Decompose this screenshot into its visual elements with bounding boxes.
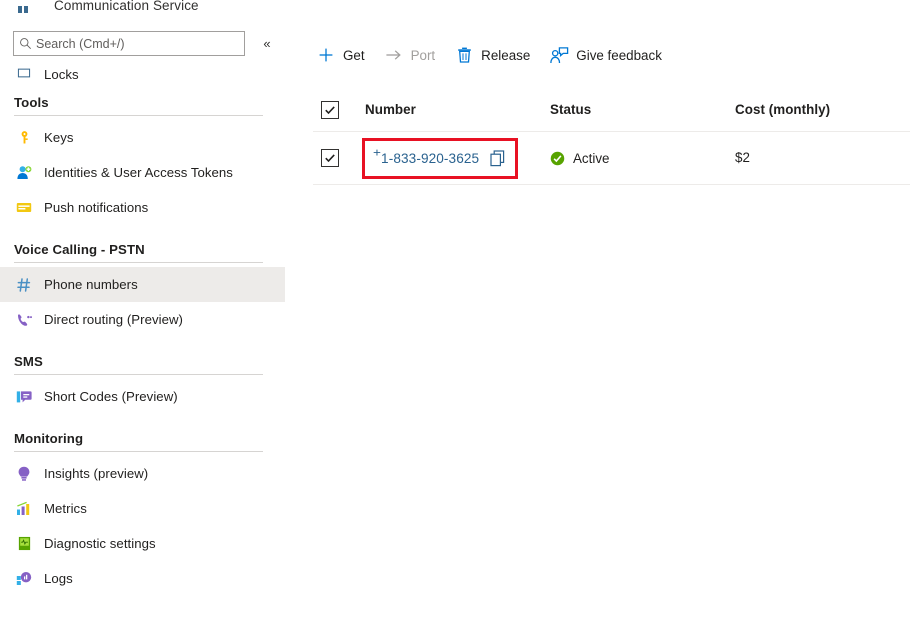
push-notification-icon [14,199,34,217]
sidebar-item-label: Push notifications [44,200,148,215]
release-button-label: Release [481,48,530,63]
command-toolbar: Get Port [313,40,678,70]
sidebar-item-label: Keys [44,130,74,145]
feedback-person-icon [548,45,570,65]
divider [14,115,263,116]
port-button[interactable]: Port [381,40,440,70]
sidebar-item-label: Diagnostic settings [44,536,156,551]
lightbulb-icon [14,465,34,483]
sidebar-item-label: Insights (preview) [44,466,148,481]
cell-cost: $2 [735,149,910,167]
arrow-right-icon [383,45,405,65]
phone-number-highlight-box: +1-833-920-3625 [365,141,515,176]
main-content: Get Port [300,0,910,628]
phone-numbers-table: Number Status Cost (monthly) [313,88,910,185]
cell-status: Active [550,151,735,166]
sidebar-group-title-voice-calling-pstn: Voice Calling - PSTN [0,242,300,257]
column-header-label: Cost (monthly) [735,102,830,117]
communication-service-icon [14,0,36,13]
search-input[interactable] [36,33,232,54]
select-all-checkbox[interactable] [321,101,339,119]
column-header-cost[interactable]: Cost (monthly) [735,101,910,119]
copy-icon[interactable] [489,149,506,168]
logs-icon [14,570,34,588]
status-badge: Active [550,151,735,166]
hash-icon [14,276,34,294]
phone-number-value: 1-833-920-3625 [381,151,479,166]
search-icon [14,37,36,50]
sidebar-item-logs[interactable]: Logs [0,561,285,596]
metrics-chart-icon [14,500,34,518]
phone-number-prefix: + [373,148,381,156]
sidebar-header: Communication Service [0,0,300,16]
sidebar-item-label: Logs [44,571,73,586]
table-header-row: Number Status Cost (monthly) [313,88,910,132]
port-button-label: Port [411,48,436,63]
divider [14,451,263,452]
sidebar-search[interactable] [13,31,245,56]
sidebar-item-keys[interactable]: Keys [0,120,285,155]
chevron-double-left-icon[interactable]: « [258,34,276,52]
column-header-status[interactable]: Status [550,101,735,119]
sidebar-item-label: Phone numbers [44,277,138,292]
sidebar-item-short-codes[interactable]: Short Codes (Preview) [0,379,285,414]
plus-icon [315,45,337,65]
give-feedback-button-label: Give feedback [576,48,662,63]
diagnostic-book-icon [14,535,34,553]
sidebar-item-insights[interactable]: Insights (preview) [0,456,285,491]
sidebar-item-metrics[interactable]: Metrics [0,491,285,526]
sidebar-item-phone-numbers[interactable]: Phone numbers [0,267,285,302]
get-button[interactable]: Get [313,40,369,70]
sidebar-item-label: Metrics [44,501,87,516]
sidebar-item-label: Direct routing (Preview) [44,312,183,327]
phone-number-link[interactable]: +1-833-920-3625 [373,151,479,166]
column-header-number[interactable]: Number [365,101,550,119]
lock-icon [14,64,34,82]
sidebar-item-label: Locks [44,67,79,82]
sidebar-nav: Locks Tools Keys [0,56,300,596]
sidebar-group-title-monitoring: Monitoring [0,431,300,446]
table-row: +1-833-920-3625 [313,132,910,185]
sidebar-item-label: Identities & User Access Tokens [44,165,233,180]
sidebar-item-identities-user-access-tokens[interactable]: Identities & User Access Tokens [0,155,285,190]
release-button[interactable]: Release [451,40,534,70]
sidebar-item-label: Short Codes (Preview) [44,389,178,404]
sidebar-group-title-sms: SMS [0,354,300,369]
success-check-icon [550,151,565,166]
short-code-icon [14,388,34,406]
sidebar: Communication Service « Locks [0,0,300,628]
divider [14,374,263,375]
key-icon [14,129,34,147]
divider [14,262,263,263]
trash-icon [453,45,475,65]
cell-number: +1-833-920-3625 [365,141,550,176]
phone-routing-icon [14,311,34,329]
column-header-label: Number [365,102,416,117]
column-header-label: Status [550,102,591,117]
row-checkbox[interactable] [321,149,339,167]
identity-user-icon [14,164,34,182]
row-select-cell [313,149,365,167]
sidebar-item-direct-routing[interactable]: Direct routing (Preview) [0,302,285,337]
sidebar-item-push-notifications[interactable]: Push notifications [0,190,285,225]
give-feedback-button[interactable]: Give feedback [546,40,666,70]
select-all-cell [313,101,365,119]
azure-portal-phone-numbers-page: Communication Service « Locks [0,0,910,628]
sidebar-title: Communication Service [54,0,199,13]
sidebar-item-diagnostic-settings[interactable]: Diagnostic settings [0,526,285,561]
status-label: Active [573,151,609,166]
sidebar-item-locks[interactable]: Locks [0,56,285,78]
cost-value: $2 [735,150,750,165]
get-button-label: Get [343,48,365,63]
sidebar-group-title-tools: Tools [0,95,300,110]
